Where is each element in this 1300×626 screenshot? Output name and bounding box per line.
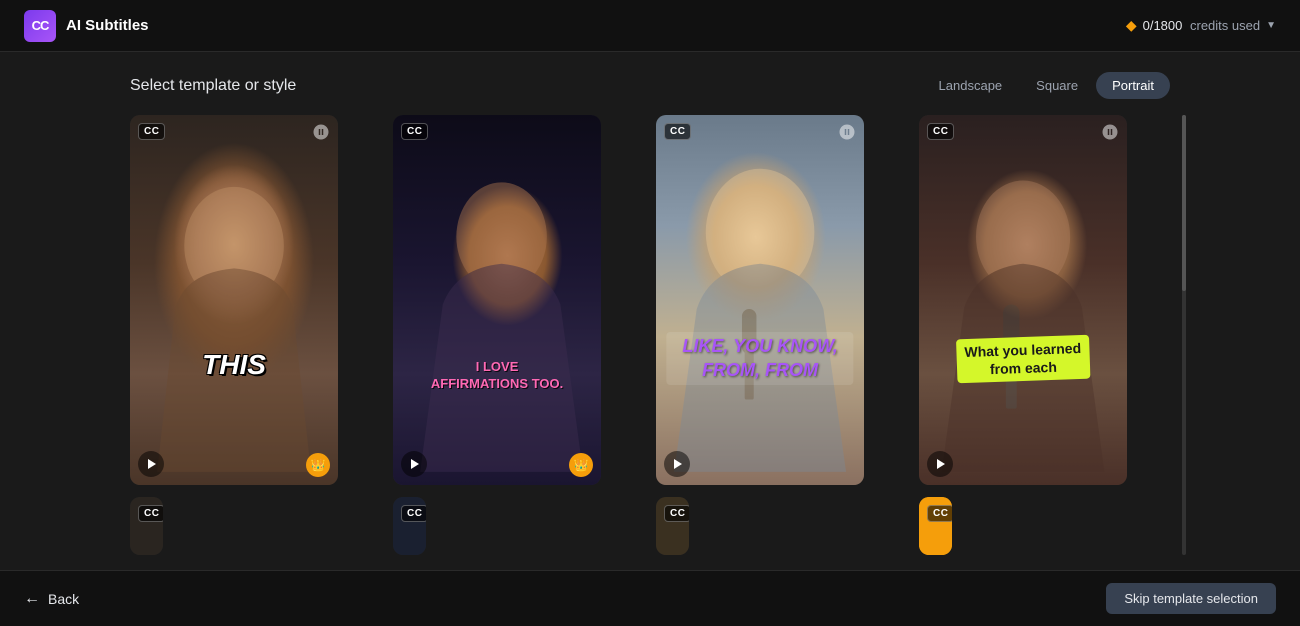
scrollbar-track[interactable] [1182,115,1186,555]
header-left: CC AI Subtitles [24,10,149,42]
template-card-7[interactable]: CC [656,497,689,555]
play-button-4[interactable] [927,451,953,477]
premium-badge-1: 👑 [306,453,330,477]
card-background-2 [393,115,601,485]
template-card-6[interactable]: CC [393,497,426,555]
card-background-1 [130,115,338,485]
cc-badge-2: CC [401,123,428,140]
cc-badge-6: CC [401,505,426,522]
cc-badge-5: CC [138,505,163,522]
tab-landscape[interactable]: Landscape [923,72,1019,99]
template-card-8[interactable]: CC [919,497,952,555]
section-title: Select template or style [130,77,296,95]
cc-badge-8: CC [927,505,952,522]
subtitle-4: What you learned from each [940,337,1107,381]
cc-badge-1: CC [138,123,165,140]
template-card-5[interactable]: CC [130,497,163,555]
card-background-3 [656,115,864,485]
play-button-3[interactable] [664,451,690,477]
play-button-1[interactable] [138,451,164,477]
cc-badge-7: CC [664,505,689,522]
watermark-icon-4 [1101,123,1119,146]
tab-portrait[interactable]: Portrait [1096,72,1170,99]
watermark-icon-3 [838,123,856,146]
subtitle-2: I LOVE AFFIRMATIONS TOO. [431,359,563,393]
back-button[interactable]: ← Back [24,590,79,608]
diamond-icon: ◆ [1126,17,1137,34]
chevron-down-icon: ▼ [1266,20,1276,31]
template-grid-container: CC THIS 👑 [130,115,1170,555]
play-button-2[interactable] [401,451,427,477]
orientation-tabs: Landscape Square Portrait [923,72,1170,99]
main-content: Select template or style Landscape Squar… [0,52,1300,570]
credits-used: 0/1800 credits used [1143,18,1260,33]
template-card-3[interactable]: CC LIKE, YOU KNOW, FROM, FROM [656,115,864,485]
template-card-1[interactable]: CC THIS 👑 [130,115,338,485]
app-title: AI Subtitles [66,17,149,34]
template-card-4[interactable]: CC What you learned from each [919,115,1127,485]
subtitle-3: LIKE, YOU KNOW, FROM, FROM [666,332,853,385]
cc-badge-3: CC [664,123,691,140]
watermark-icon-1 [312,123,330,146]
section-header: Select template or style Landscape Squar… [130,72,1170,99]
scrollbar-thumb[interactable] [1182,115,1186,291]
app-logo: CC [24,10,56,42]
card-background-4 [919,115,1127,485]
skip-template-button[interactable]: Skip template selection [1106,583,1276,614]
subtitle-1: THIS [202,349,266,381]
back-arrow-icon: ← [24,590,40,608]
tab-square[interactable]: Square [1020,72,1094,99]
cc-badge-4: CC [927,123,954,140]
footer: ← Back Skip template selection [0,570,1300,626]
credits-section[interactable]: ◆ 0/1800 credits used ▼ [1126,17,1276,34]
template-card-2[interactable]: CC I LOVE AFFIRMATIONS TOO. 👑 [393,115,601,485]
template-grid: CC THIS 👑 [130,115,1170,485]
premium-badge-2: 👑 [569,453,593,477]
template-grid-row2: CC CC CC CC [130,497,1170,555]
app-header: CC AI Subtitles ◆ 0/1800 credits used ▼ [0,0,1300,52]
